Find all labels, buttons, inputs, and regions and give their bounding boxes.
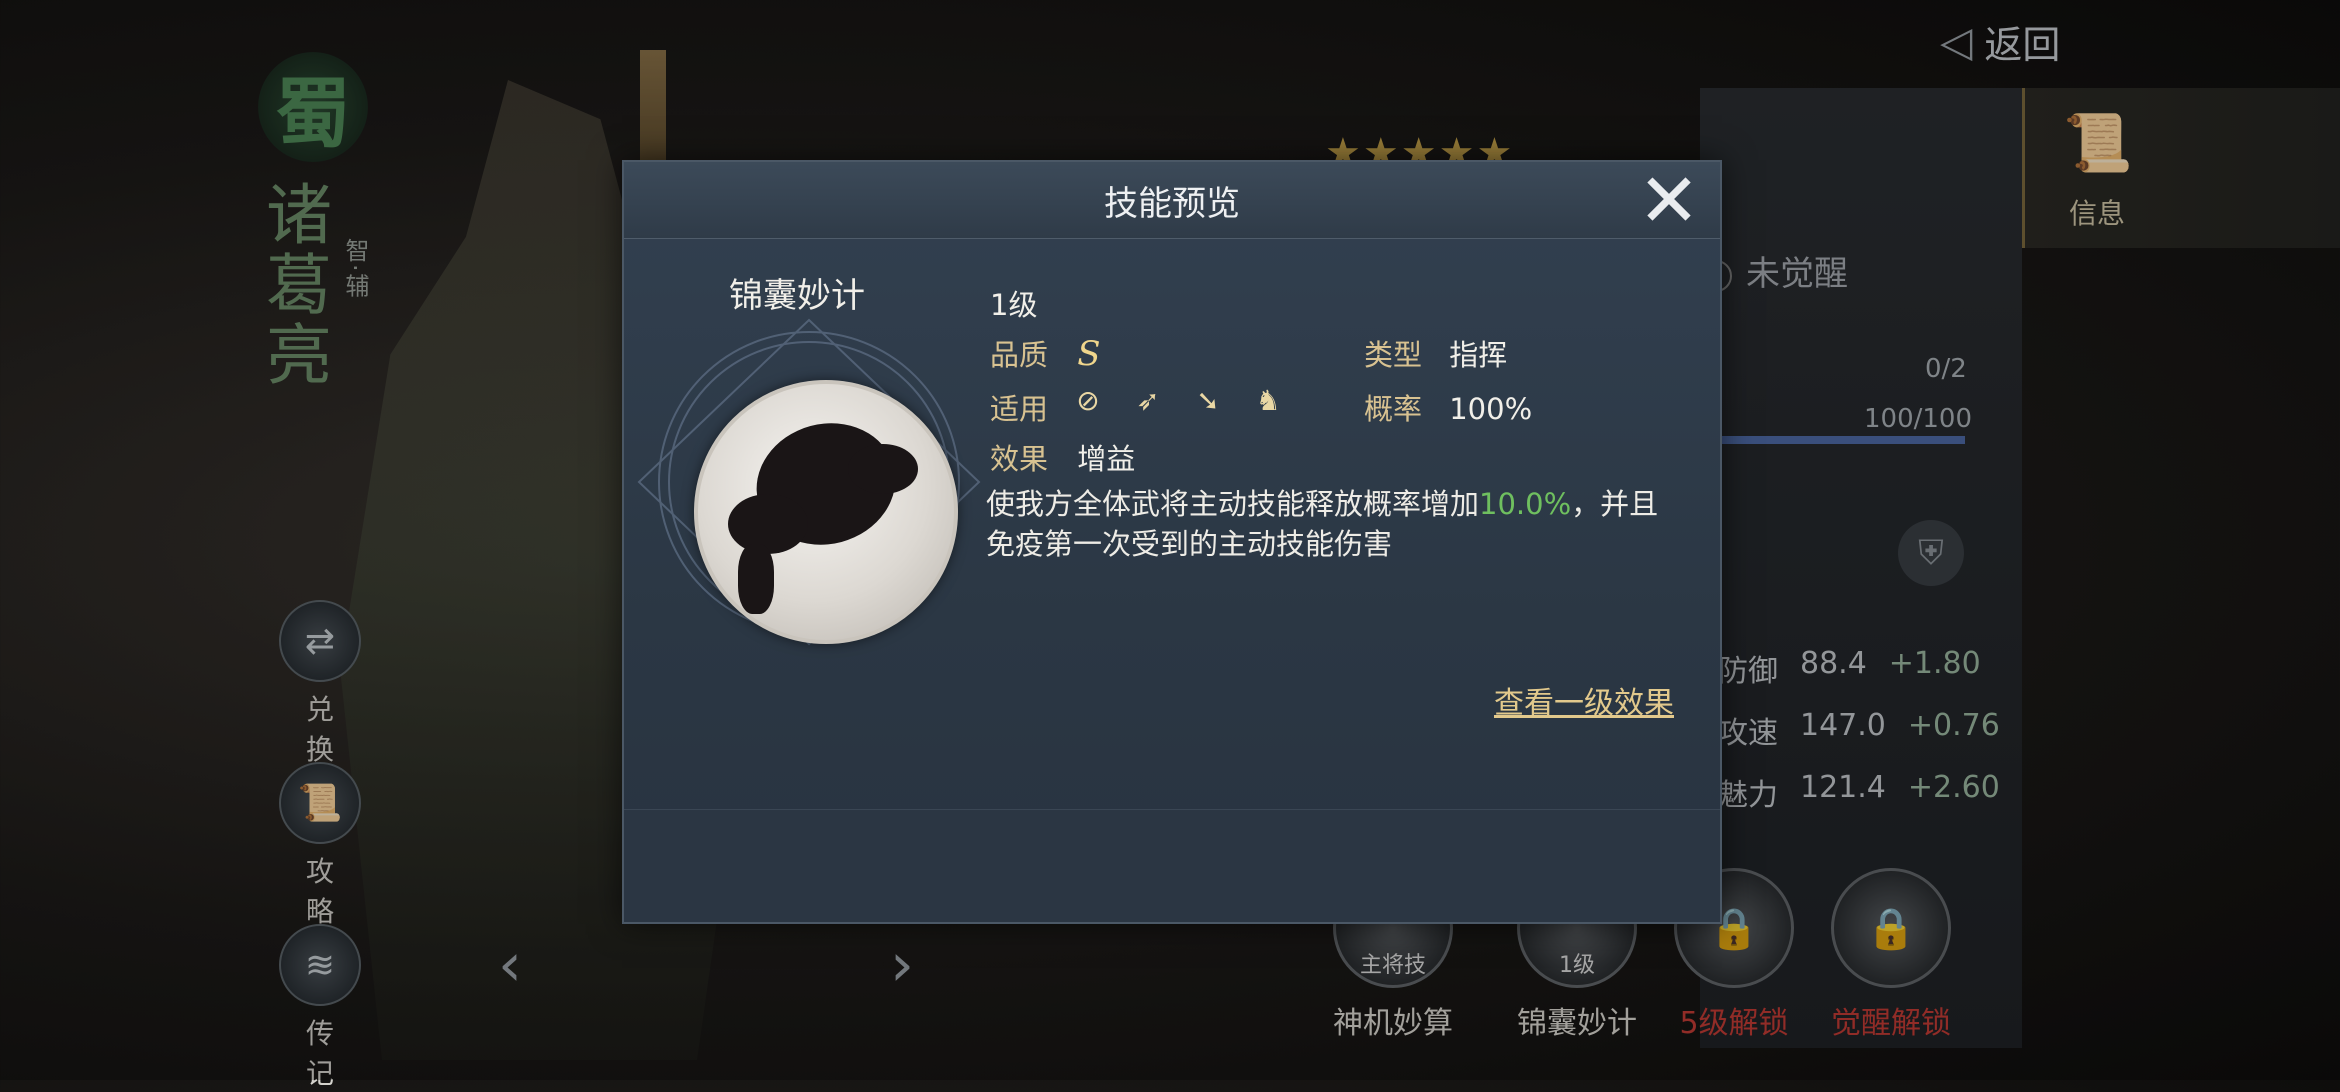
- description-text: 使我方全体武将主动技能释放概率增加: [986, 487, 1480, 521]
- description-highlight: 10.0%: [1479, 487, 1572, 521]
- skill-name: 锦囊妙计: [729, 276, 865, 316]
- modal-header: 技能预览 ✕: [624, 162, 1720, 239]
- modal-title: 技能预览: [1104, 183, 1240, 224]
- type-value: 指挥: [1449, 338, 1508, 372]
- type-label: 类型: [1364, 338, 1423, 372]
- apply-icons: ⊘ ➶ ➘ ♞: [1068, 380, 1288, 420]
- spear-unit-icon: ➘: [1196, 383, 1220, 417]
- effect-value: 增益: [1077, 442, 1136, 476]
- close-icon[interactable]: ✕: [1632, 164, 1706, 238]
- chance-label: 概率: [1364, 392, 1423, 426]
- bow-unit-icon: ➶: [1136, 383, 1160, 417]
- quality-value: S: [1077, 334, 1101, 374]
- apply-label: 适用: [990, 392, 1049, 426]
- modal-footer: [624, 809, 1720, 922]
- skill-level: 1级: [990, 288, 1038, 322]
- view-level-effect-link[interactable]: 查看一级效果: [1494, 678, 1674, 722]
- type-row: 类型 指挥: [1364, 332, 1507, 374]
- quality-label: 品质: [990, 338, 1049, 372]
- skill-description: 使我方全体武将主动技能释放概率增加10.0%，并且免疫第一次受到的主动技能伤害: [986, 484, 1686, 564]
- effect-label: 效果: [990, 442, 1049, 476]
- apply-row: 适用: [990, 386, 1048, 428]
- chance-value: 100%: [1449, 392, 1533, 426]
- skill-preview-modal: 技能预览 ✕ 锦囊妙计 1级 品质 S 类型 指挥 适用 ⊘ ➶ ➘ ♞ 概率 …: [622, 160, 1722, 924]
- chance-row: 概率 100%: [1364, 386, 1532, 428]
- cavalry-unit-icon: ♞: [1255, 383, 1281, 417]
- effect-row: 效果 增益: [990, 436, 1135, 478]
- shield-unit-icon: ⊘: [1076, 383, 1100, 417]
- quality-row: 品质 S: [990, 332, 1101, 374]
- skill-icon: [694, 380, 958, 644]
